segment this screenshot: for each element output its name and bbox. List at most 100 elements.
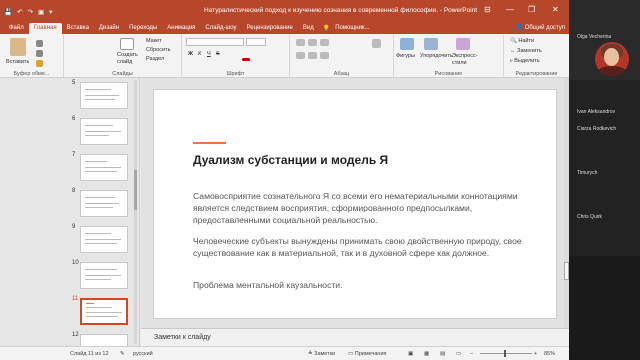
slideshow-view-icon[interactable]: ▭	[456, 351, 461, 357]
slide-paragraph[interactable]: Самовосприятие сознательного Я со всеми …	[193, 190, 533, 226]
thumbnail-item[interactable]: 8	[0, 188, 140, 220]
tab-insert[interactable]: Вставка	[62, 23, 94, 34]
zoom-slider-handle[interactable]	[504, 350, 506, 357]
format-painter-icon[interactable]	[36, 60, 43, 67]
redo-icon[interactable]: ↷	[28, 8, 33, 16]
share-button[interactable]: 👤 Общий доступ	[516, 23, 565, 34]
paragraph-group-label: Абзац	[333, 71, 350, 77]
zoom-slider[interactable]	[480, 353, 532, 354]
thumbnail-item[interactable]: 5	[0, 80, 140, 112]
text-direction-icon[interactable]	[372, 39, 381, 48]
font-color-icon[interactable]	[242, 58, 250, 61]
tab-design[interactable]: Дизайн	[94, 23, 124, 34]
slide-title[interactable]: Дуализм субстанции и модель Я	[193, 153, 388, 167]
align-right-icon[interactable]	[320, 52, 329, 59]
participant-tile[interactable]: Olga Vecherina	[569, 0, 640, 80]
tell-me-search[interactable]: Помощник...	[330, 23, 374, 34]
notes-toggle[interactable]: ≜ Заметки	[308, 351, 335, 357]
numbering-icon[interactable]	[308, 39, 317, 46]
arrange-button[interactable]: Упорядочить	[420, 53, 453, 59]
arrange-icon[interactable]	[424, 38, 438, 50]
tab-transitions[interactable]: Переходы	[124, 23, 162, 34]
slide-thumbnail[interactable]	[80, 190, 128, 217]
section-button[interactable]: Раздел	[146, 56, 164, 62]
thumbnails-scrollbar-thumb[interactable]	[134, 170, 137, 210]
slide-thumbnail-selected[interactable]	[80, 298, 128, 325]
quick-styles-icon[interactable]	[456, 38, 470, 50]
customize-qat-icon[interactable]: ▾	[49, 8, 52, 16]
slides-group: Создать слайд Макет Сбросить Раздел Слай…	[64, 34, 182, 78]
notes-pane[interactable]: Заметки к слайду	[141, 328, 569, 346]
language-indicator[interactable]: русский	[133, 351, 153, 357]
slide-thumbnail[interactable]	[80, 118, 128, 145]
participant-tile[interactable]: Timurych	[569, 168, 640, 212]
cut-icon[interactable]	[36, 40, 43, 47]
quick-styles-button[interactable]: Экспресс-стили	[452, 53, 486, 67]
paragraph-group: Абзац	[290, 34, 394, 78]
participant-name: Olga Vecherina	[577, 34, 612, 40]
new-slide-button[interactable]: Создать слайд	[117, 52, 141, 66]
participant-tile[interactable]: Ciarza Rodkevich	[569, 124, 640, 168]
align-left-icon[interactable]	[296, 52, 305, 59]
bold-button[interactable]: Ж	[188, 51, 193, 57]
thumbnails-scrollbar[interactable]	[134, 80, 137, 344]
ribbon-display-options-button[interactable]: ⊟	[484, 5, 491, 14]
layout-button[interactable]: Макет	[146, 38, 162, 44]
thumbnail-item[interactable]: 6	[0, 116, 140, 148]
tab-animations[interactable]: Анимация	[162, 23, 200, 34]
slide-paragraph[interactable]: Проблема ментальной каузальности.	[193, 279, 533, 291]
italic-button[interactable]: К	[198, 51, 201, 57]
save-icon[interactable]: 💾	[4, 8, 12, 16]
zoom-out-button[interactable]: −	[470, 351, 473, 357]
comments-toggle[interactable]: ▭ Примечания	[348, 351, 387, 357]
zoom-in-button[interactable]: +	[534, 351, 537, 357]
tab-review[interactable]: Рецензирование	[242, 23, 298, 34]
thumbnail-number: 5	[72, 80, 76, 86]
thumbnail-item[interactable]: 10	[0, 260, 140, 292]
tab-view[interactable]: Вид	[298, 23, 319, 34]
minimize-button[interactable]: —	[506, 5, 514, 14]
undo-icon[interactable]: ↶	[17, 8, 22, 16]
participant-tile[interactable]: Chris Quirk	[569, 212, 640, 256]
bullets-icon[interactable]	[296, 39, 305, 46]
select-button[interactable]: ▹ Выделить	[510, 58, 540, 64]
paste-icon[interactable]	[10, 38, 26, 56]
copy-icon[interactable]	[36, 50, 43, 57]
tab-home[interactable]: Главная	[28, 23, 62, 34]
shapes-button[interactable]: Фигуры	[396, 53, 415, 59]
slide-canvas[interactable]: Дуализм субстанции и модель Я Самовоспри…	[154, 90, 556, 318]
spellcheck-icon[interactable]: ✎	[120, 351, 125, 357]
thumbnail-item[interactable]: 7	[0, 152, 140, 184]
underline-button[interactable]: Ч	[207, 51, 211, 57]
align-center-icon[interactable]	[308, 52, 317, 59]
slideshow-icon[interactable]: ▣	[38, 8, 44, 16]
paste-button[interactable]: Вставить	[6, 59, 29, 65]
reading-view-icon[interactable]: ▤	[440, 351, 445, 357]
close-button[interactable]: ✕	[552, 5, 559, 14]
font-size-field[interactable]	[246, 38, 266, 46]
editing-group: 🔍 Найти ↔ Заменить ▹ Выделить Редактиров…	[504, 34, 569, 78]
tab-slideshow[interactable]: Слайд-шоу	[200, 23, 241, 34]
find-button[interactable]: 🔍 Найти	[510, 38, 534, 44]
slide-paragraph[interactable]: Человеческие субъекты вынуждены принимат…	[193, 235, 533, 259]
indent-icon[interactable]	[320, 39, 329, 46]
reset-button[interactable]: Сбросить	[146, 47, 170, 53]
strikethrough-button[interactable]: S	[216, 51, 220, 57]
replace-button[interactable]: ↔ Заменить	[510, 48, 542, 54]
slide-thumbnail[interactable]	[80, 154, 128, 181]
thumbnail-item-selected[interactable]: 11	[0, 296, 140, 328]
slide-thumbnail[interactable]	[80, 82, 128, 109]
font-name-field[interactable]	[186, 38, 244, 46]
thumbnail-item[interactable]: 9	[0, 224, 140, 256]
slide-thumbnail[interactable]	[80, 262, 128, 289]
normal-view-icon[interactable]: ▣	[408, 351, 413, 357]
shapes-icon[interactable]	[400, 38, 414, 50]
restore-button[interactable]: ❐	[528, 5, 535, 14]
participant-tile[interactable]: Ivan Aleksandrov	[569, 80, 640, 124]
slide-thumbnail[interactable]	[80, 226, 128, 253]
zoom-level[interactable]: 85%	[544, 351, 555, 357]
thumbnail-number: 12	[72, 332, 79, 338]
tab-file[interactable]: Файл	[4, 23, 29, 34]
new-slide-icon[interactable]	[120, 38, 134, 50]
slide-sorter-view-icon[interactable]: ▦	[424, 351, 429, 357]
